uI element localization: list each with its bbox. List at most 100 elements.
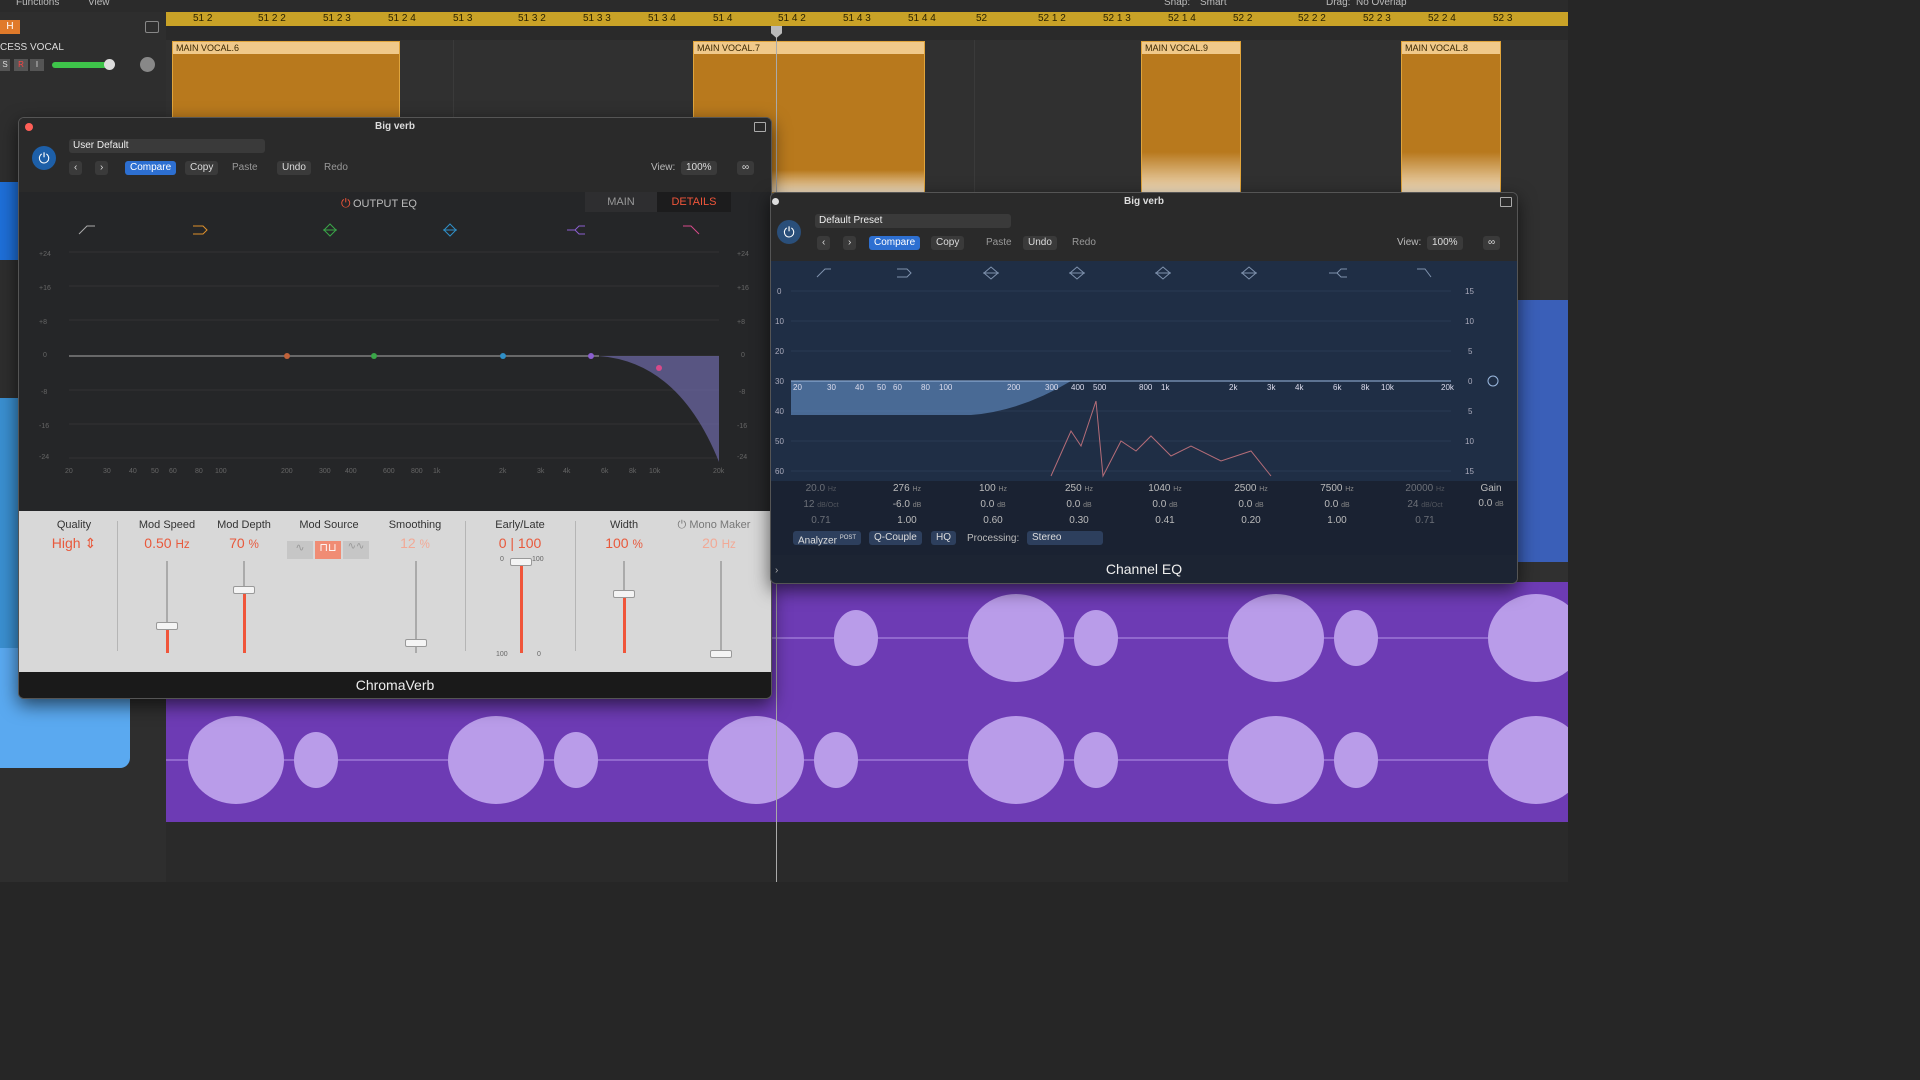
- eq-curve-graph[interactable]: [19, 192, 771, 511]
- power-icon[interactable]: ⏻: [777, 220, 801, 244]
- track-name: CESS VOCAL: [0, 42, 64, 53]
- empty-track-lane[interactable]: [166, 822, 1568, 882]
- preset-dropdown[interactable]: User Default: [69, 139, 265, 153]
- freq-tick: 100: [215, 468, 227, 475]
- band-3-params[interactable]: 100 Hz 0.0 dB 0.60: [963, 481, 1023, 528]
- quality-dropdown[interactable]: High ⇕: [39, 535, 109, 552]
- undo-button[interactable]: Undo: [277, 161, 311, 175]
- snap-dropdown[interactable]: Smart: [1200, 0, 1227, 8]
- width-label: Width: [609, 519, 639, 531]
- timeline-ruler[interactable]: 51 2 51 2 2 51 2 3 51 2 4 51 3 51 3 2 51…: [166, 12, 1568, 26]
- copy-button[interactable]: Copy: [185, 161, 219, 175]
- redo-button[interactable]: Redo: [1067, 236, 1101, 250]
- paste-button[interactable]: Paste: [981, 236, 1017, 250]
- preset-dropdown[interactable]: Default Preset: [815, 214, 1011, 228]
- compare-button[interactable]: Compare: [869, 236, 921, 250]
- next-preset-button[interactable]: ›: [843, 236, 857, 250]
- early-late-slider-knob[interactable]: [510, 558, 532, 566]
- solo-button[interactable]: S: [0, 59, 10, 71]
- db-tick: 0: [43, 352, 47, 359]
- band-6-params[interactable]: 2500 Hz 0.0 dB 0.20: [1221, 481, 1281, 528]
- mono-maker-value: 20 Hz: [702, 535, 736, 551]
- freq-tick: 400: [345, 468, 357, 475]
- audio-region[interactable]: MAIN VOCAL.8: [1401, 41, 1501, 193]
- plugin-name: ChromaVerb: [19, 672, 771, 698]
- power-icon[interactable]: ⏻: [32, 146, 56, 170]
- ruler-tick: 51 2 3: [323, 13, 351, 24]
- previous-preset-button[interactable]: ‹: [69, 161, 83, 175]
- band-5-params[interactable]: 1040 Hz 0.0 dB 0.41: [1135, 481, 1195, 528]
- undo-button[interactable]: Undo: [1023, 236, 1057, 250]
- early-late-scale: 0: [500, 556, 504, 563]
- smoothing-slider-knob[interactable]: [405, 639, 427, 647]
- width-slider-knob[interactable]: [613, 590, 635, 598]
- ruler-tick: 51 3 2: [518, 13, 546, 24]
- eq-curve-graph[interactable]: [771, 261, 1517, 481]
- functions-menu[interactable]: Functions: [16, 0, 59, 8]
- volume-slider-knob[interactable]: [104, 59, 115, 70]
- freq-tick: 60: [893, 383, 902, 392]
- mono-maker-label[interactable]: ⏻ Mono Maker: [669, 519, 759, 532]
- mono-maker-slider[interactable]: [720, 561, 722, 653]
- sine-wave-icon[interactable]: ∿: [287, 541, 313, 559]
- noise-wave-icon[interactable]: ∿∿: [343, 541, 369, 559]
- band-1-params[interactable]: 20.0 Hz 12 dB/Oct 0.71: [791, 481, 851, 528]
- square-wave-icon[interactable]: ⊓⊔: [315, 541, 341, 559]
- ruler-tick: 51 4 3: [843, 13, 871, 24]
- redo-button[interactable]: Redo: [319, 161, 353, 175]
- close-icon[interactable]: [25, 123, 33, 131]
- eq-display[interactable]: OUTPUT EQ ⏻ MAIN DETAILS +24 +16 +8 0 -8…: [19, 192, 771, 511]
- processing-label: Processing:: [967, 533, 1020, 544]
- width-slider-fill: [623, 593, 626, 653]
- record-button[interactable]: R: [14, 59, 28, 71]
- pan-knob[interactable]: [140, 57, 155, 72]
- master-gain-params[interactable]: Gain 0.0 dB: [1463, 481, 1517, 512]
- link-window-icon[interactable]: [754, 122, 766, 132]
- mod-depth-slider-knob[interactable]: [233, 586, 255, 594]
- audio-region-blue[interactable]: [1518, 300, 1568, 562]
- snap-label: Snap:: [1164, 0, 1191, 8]
- freq-tick: 20k: [1441, 383, 1454, 392]
- freq-tick: 2k: [1229, 383, 1238, 392]
- early-late-slider-fill: [520, 561, 523, 653]
- mod-speed-slider-knob[interactable]: [156, 622, 178, 630]
- link-icon[interactable]: ∞: [1483, 236, 1501, 250]
- band-7-params[interactable]: 7500 Hz 0.0 dB 1.00: [1307, 481, 1367, 528]
- view-zoom-dropdown[interactable]: 100%: [1427, 236, 1463, 250]
- view-zoom-dropdown[interactable]: 100%: [681, 161, 717, 175]
- paste-button[interactable]: Paste: [227, 161, 263, 175]
- q-couple-button[interactable]: Q-Couple: [869, 531, 922, 545]
- drag-dropdown[interactable]: No Overlap: [1356, 0, 1407, 8]
- freq-tick: 800: [411, 468, 423, 475]
- close-icon[interactable]: [772, 198, 779, 205]
- link-icon[interactable]: ∞: [737, 161, 755, 175]
- compare-button[interactable]: Compare: [125, 161, 177, 175]
- band-2-params[interactable]: 276 Hz -6.0 dB 1.00: [877, 481, 937, 528]
- analyzer-button[interactable]: Analyzer POST: [793, 531, 862, 546]
- mono-maker-slider-knob[interactable]: [710, 650, 732, 658]
- audio-region[interactable]: MAIN VOCAL.9: [1141, 41, 1241, 193]
- early-late-value: 0 | 100: [498, 535, 542, 551]
- copy-button[interactable]: Copy: [931, 236, 965, 250]
- input-monitor-button[interactable]: I: [30, 59, 44, 71]
- hq-button[interactable]: HQ: [931, 531, 956, 545]
- ruler-tick: 51 3 4: [648, 13, 676, 24]
- expand-chevron-icon[interactable]: ›: [775, 565, 778, 576]
- db-tick: +8: [39, 319, 47, 326]
- volume-slider[interactable]: [52, 62, 112, 68]
- marker-lane[interactable]: [166, 26, 1568, 41]
- mono-maker-power-icon[interactable]: ⏻: [678, 519, 687, 531]
- band-8-params[interactable]: 20000 Hz 24 dB/Oct 0.71: [1393, 481, 1457, 528]
- gain-tick: 5: [1468, 347, 1473, 356]
- ruler-tick: 51 3: [453, 13, 473, 24]
- freq-tick: 4k: [563, 468, 571, 475]
- processing-dropdown[interactable]: Stereo: [1027, 531, 1103, 545]
- next-preset-button[interactable]: ›: [95, 161, 109, 175]
- link-window-icon[interactable]: [1500, 197, 1512, 207]
- add-track-icon[interactable]: [145, 21, 159, 33]
- view-menu[interactable]: View: [88, 0, 110, 8]
- previous-preset-button[interactable]: ‹: [817, 236, 831, 250]
- eq-graph[interactable]: 0 10 20 30 40 50 60 15 10 5 0 5 10 15 20…: [771, 261, 1517, 481]
- band-4-params[interactable]: 250 Hz 0.0 dB 0.30: [1049, 481, 1109, 528]
- region-name: MAIN VOCAL.6: [173, 42, 399, 54]
